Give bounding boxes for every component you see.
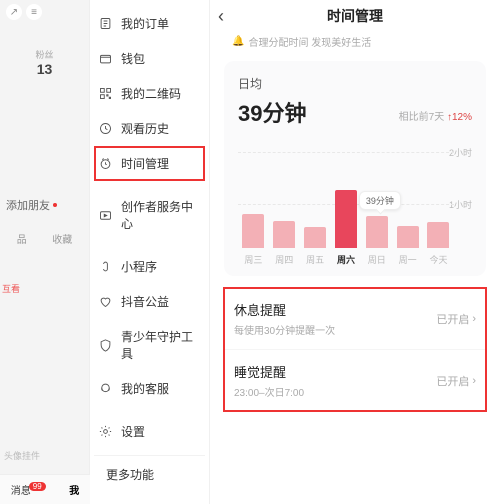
- drawer-item-label: 观看历史: [121, 120, 169, 137]
- nav-messages[interactable]: 消息99: [11, 482, 48, 497]
- qrcode-icon: [98, 86, 113, 101]
- service-icon: [98, 381, 113, 396]
- avatar-pendant-hint: 头像挂件: [4, 449, 40, 462]
- chart-tooltip: 39分钟: [359, 191, 401, 210]
- drawer-item-charity[interactable]: 抖音公益: [94, 284, 205, 319]
- drawer-item-creator[interactable]: 创作者服务中心: [94, 189, 205, 241]
- reminder-status: 已开启: [436, 373, 469, 389]
- chart-bar[interactable]: [427, 222, 449, 248]
- x-tick: 今天: [429, 253, 447, 266]
- back-icon[interactable]: ‹: [218, 6, 224, 27]
- drawer-item-label: 创作者服务中心: [121, 198, 201, 232]
- drawer-item-label: 设置: [121, 423, 145, 440]
- x-tick: 周日: [368, 253, 386, 266]
- followers-label: 粉丝: [0, 48, 89, 61]
- mini-icon: [98, 259, 113, 274]
- compare-text: 相比前7天 ↑12%: [399, 108, 472, 123]
- creator-icon: [98, 208, 113, 223]
- daily-average-label: 日均: [238, 75, 472, 92]
- x-tick: 周三: [244, 253, 262, 266]
- notification-dot-icon: [53, 203, 57, 207]
- drawer-item-clock[interactable]: 时间管理: [94, 146, 205, 181]
- drawer-item-orders[interactable]: 我的订单: [94, 6, 205, 41]
- drawer-item-settings[interactable]: 设置: [94, 414, 205, 449]
- settings-icon: [98, 424, 113, 439]
- drawer-more[interactable]: 更多功能: [94, 455, 205, 493]
- menu-icon[interactable]: ≡: [26, 4, 42, 20]
- drawer-item-label: 我的二维码: [121, 85, 181, 102]
- reminder-desc: 每使用30分钟提醒一次: [234, 322, 335, 337]
- bell-icon: 🔔: [232, 36, 244, 47]
- chart-bar[interactable]: [397, 226, 419, 249]
- tab-works[interactable]: 品: [17, 231, 27, 246]
- chart-bar[interactable]: [242, 214, 264, 248]
- share-icon[interactable]: ↗: [6, 4, 22, 20]
- usage-card: 日均 39分钟 相比前7天 ↑12% 2小时 1小时 周三周四周五周六周日周一今…: [224, 61, 486, 276]
- reminder-title: 休息提醒: [234, 300, 335, 319]
- profile-background: ↗ ≡ 粉丝 13 添加朋友 品 收藏 互看 头像挂件 消息99 我: [0, 0, 90, 504]
- x-tick: 周四: [275, 253, 293, 266]
- reminder-row[interactable]: 休息提醒每使用30分钟提醒一次 已开启›: [224, 288, 486, 350]
- chart-bar[interactable]: [335, 190, 357, 248]
- drawer-item-teen[interactable]: 青少年守护工具: [94, 319, 205, 371]
- drawer-item-qrcode[interactable]: 我的二维码: [94, 76, 205, 111]
- chart-bar[interactable]: [304, 227, 326, 248]
- nav-me[interactable]: 我: [69, 482, 79, 497]
- badge-count: 99: [29, 482, 46, 491]
- drawer-item-history[interactable]: 观看历史: [94, 111, 205, 146]
- drawer-item-label: 小程序: [121, 258, 157, 275]
- add-friend-button[interactable]: 添加朋友: [0, 197, 89, 213]
- followers-count: 13: [0, 61, 89, 77]
- orders-icon: [98, 16, 113, 31]
- page-subtitle: 合理分配时间 发现美好生活: [248, 34, 371, 49]
- charity-icon: [98, 294, 113, 309]
- drawer-menu: 我的订单钱包我的二维码观看历史时间管理创作者服务中心小程序抖音公益青少年守护工具…: [90, 0, 210, 504]
- drawer-item-label: 时间管理: [121, 155, 169, 172]
- clock-icon: [98, 156, 113, 171]
- x-tick: 周一: [399, 253, 417, 266]
- reminder-desc: 23:00–次日7:00: [234, 384, 304, 399]
- chart-bar[interactable]: [366, 216, 388, 249]
- chevron-right-icon: ›: [472, 375, 476, 387]
- reminder-row[interactable]: 睡觉提醒 23:00–次日7:00 已开启›: [224, 350, 486, 411]
- x-tick: 周五: [306, 253, 324, 266]
- usage-chart: 2小时 1小时 周三周四周五周六周日周一今天 39分钟: [238, 146, 472, 266]
- tab-collect[interactable]: 收藏: [52, 231, 72, 246]
- chart-bar[interactable]: [273, 221, 295, 249]
- drawer-item-label: 抖音公益: [121, 293, 169, 310]
- drawer-item-label: 我的客服: [121, 380, 169, 397]
- reciprocal-view-tag[interactable]: 互看: [0, 282, 89, 295]
- reminder-status: 已开启: [436, 311, 469, 327]
- drawer-item-service[interactable]: 我的客服: [94, 371, 205, 406]
- drawer-item-mini[interactable]: 小程序: [94, 249, 205, 284]
- followers-stat[interactable]: 粉丝 13: [0, 48, 89, 77]
- time-management-panel: ‹ 时间管理 🔔 合理分配时间 发现美好生活 日均 39分钟 相比前7天 ↑12…: [210, 0, 500, 504]
- chevron-right-icon: ›: [472, 313, 476, 325]
- reminder-list: 休息提醒每使用30分钟提醒一次已开启›睡觉提醒23:00–次日7:00已开启›: [224, 288, 486, 411]
- history-icon: [98, 121, 113, 136]
- x-tick: 周六: [337, 253, 355, 266]
- wallet-icon: [98, 51, 113, 66]
- drawer-item-label: 我的订单: [121, 15, 169, 32]
- drawer-item-wallet[interactable]: 钱包: [94, 41, 205, 76]
- reminder-title: 睡觉提醒: [234, 362, 304, 381]
- teen-icon: [98, 338, 113, 353]
- page-title: 时间管理: [327, 6, 383, 26]
- drawer-item-label: 钱包: [121, 50, 145, 67]
- drawer-item-label: 青少年守护工具: [121, 328, 201, 362]
